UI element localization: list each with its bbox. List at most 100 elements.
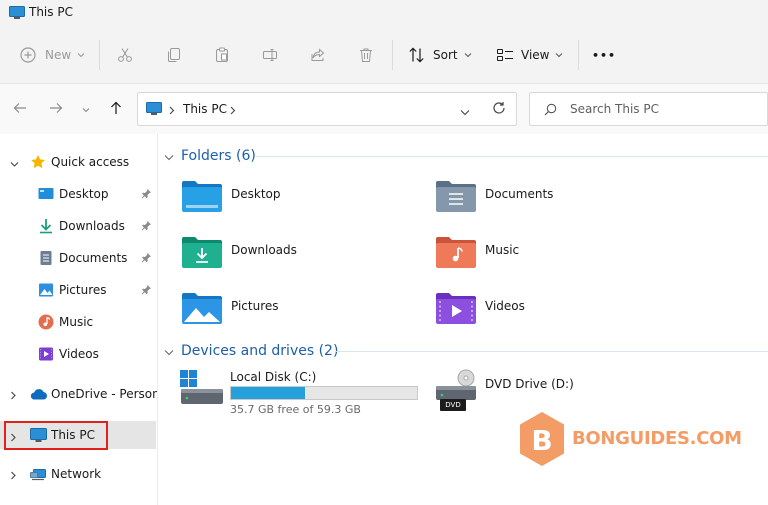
pin-icon	[141, 252, 152, 266]
address-history-chevron-icon[interactable]	[460, 105, 470, 119]
chevron-down-icon	[164, 345, 174, 359]
back-button[interactable]	[10, 99, 30, 119]
folder-name: Music	[485, 243, 520, 257]
chevron-right-icon[interactable]	[10, 469, 17, 483]
search-icon	[544, 103, 557, 119]
pin-icon	[141, 188, 152, 202]
window-title: This PC	[29, 5, 73, 19]
annotation-highlight	[4, 421, 108, 450]
trash-icon	[358, 47, 374, 63]
sort-button[interactable]: Sort	[408, 42, 472, 68]
scissors-icon	[117, 47, 133, 63]
rename-icon	[262, 47, 278, 63]
address-row: This PC Search This PC	[0, 84, 768, 134]
sidebar-item-onedrive[interactable]: OneDrive - Personal	[0, 380, 157, 408]
sidebar-item-music[interactable]: Music	[0, 308, 156, 336]
paste-button[interactable]	[214, 42, 230, 68]
desktop-folder-icon	[181, 179, 223, 216]
sidebar-item-label: Videos	[59, 347, 99, 361]
sidebar-item-label: Music	[59, 315, 94, 329]
arrow-right-icon	[49, 102, 63, 117]
folder-tile-videos[interactable]: Videos	[435, 291, 675, 335]
rename-button[interactable]	[262, 42, 278, 68]
folder-tile-documents[interactable]: Documents	[435, 179, 675, 223]
this-pc-icon	[146, 102, 162, 119]
chevron-down-icon[interactable]	[10, 157, 19, 171]
drive-usage-fill	[231, 387, 305, 399]
downloads-folder-icon	[181, 235, 223, 272]
drive-name: Local Disk (C:)	[230, 370, 317, 384]
chevron-down-icon	[164, 150, 174, 164]
share-icon	[310, 47, 326, 63]
sidebar-item-videos[interactable]: Videos	[0, 340, 156, 368]
sidebar-item-network[interactable]: Network	[0, 460, 156, 488]
chevron-down-icon	[464, 52, 472, 58]
more-options-button[interactable]: •••	[592, 42, 616, 68]
share-button[interactable]	[310, 42, 326, 68]
watermark-logo-letter: B	[531, 424, 552, 457]
windows-drive-icon	[179, 369, 225, 410]
arrow-up-icon	[110, 101, 122, 118]
music-folder-icon	[435, 235, 477, 272]
command-bar: New Sort View •••	[0, 26, 768, 84]
sort-label: Sort	[433, 48, 458, 62]
folder-tile-desktop[interactable]: Desktop	[181, 179, 421, 223]
pin-icon	[141, 284, 152, 298]
folder-tile-downloads[interactable]: Downloads	[181, 235, 421, 279]
new-button[interactable]: New	[20, 42, 85, 68]
drive-tile-local-disk[interactable]: Local Disk (C:) 35.7 GB free of 59.3 GB	[179, 369, 429, 419]
network-icon	[30, 467, 47, 485]
sidebar-item-label: OneDrive - Personal	[51, 387, 157, 401]
copy-button[interactable]	[166, 42, 182, 68]
chevron-down-icon	[555, 52, 563, 58]
address-bar[interactable]: This PC	[137, 92, 517, 126]
folder-name: Downloads	[231, 243, 297, 257]
view-button[interactable]: View	[496, 42, 563, 68]
drives-group-header[interactable]: Devices and drives (2)	[159, 339, 768, 363]
folder-tile-pictures[interactable]: Pictures	[181, 291, 421, 335]
bonguides-logo-icon: B	[516, 410, 568, 471]
folder-tile-music[interactable]: Music	[435, 235, 675, 279]
cut-button[interactable]	[117, 42, 133, 68]
folders-group-header[interactable]: Folders (6)	[159, 144, 768, 168]
sidebar-item-label: Quick access	[51, 155, 130, 169]
view-label: View	[521, 48, 550, 62]
sort-icon	[408, 47, 426, 63]
watermark-text: BONGUIDES.COM	[572, 428, 742, 449]
clipboard-icon	[214, 47, 230, 63]
sidebar-item-label: Downloads	[59, 219, 125, 233]
drive-free-space: 35.7 GB free of 59.3 GB	[230, 403, 361, 416]
video-icon	[38, 346, 54, 365]
breadcrumb-chevron-icon	[169, 104, 175, 118]
folder-name: Desktop	[231, 187, 281, 201]
forward-button[interactable]	[46, 99, 66, 119]
chevron-down-icon	[82, 102, 90, 116]
sidebar-item-quick-access[interactable]: Quick access	[0, 148, 156, 176]
sidebar-item-label: Pictures	[59, 283, 107, 297]
sidebar-item-documents[interactable]: Documents	[0, 244, 156, 272]
sidebar-item-downloads[interactable]: Downloads	[0, 212, 156, 240]
navigation-pane: Quick access Desktop Downloads Documents…	[0, 134, 158, 505]
sidebar-item-pictures[interactable]: Pictures	[0, 276, 156, 304]
refresh-icon[interactable]	[492, 101, 506, 118]
group-header-text: Devices and drives (2)	[181, 343, 339, 359]
search-placeholder: Search This PC	[570, 102, 659, 116]
breadcrumb-this-pc[interactable]: This PC	[183, 102, 227, 116]
videos-folder-icon	[435, 291, 477, 328]
breadcrumb-chevron-icon	[230, 104, 236, 118]
drive-usage-bar	[230, 386, 418, 400]
sidebar-item-desktop[interactable]: Desktop	[0, 180, 156, 208]
recent-locations-button[interactable]	[76, 99, 96, 119]
sidebar-item-label: Desktop	[59, 187, 109, 201]
arrow-left-icon	[13, 102, 27, 117]
plus-icon	[20, 47, 36, 63]
folder-name: Documents	[485, 187, 554, 201]
download-arrow-icon	[38, 218, 54, 237]
folder-name: Pictures	[231, 299, 279, 313]
delete-button[interactable]	[358, 42, 374, 68]
up-button[interactable]	[106, 99, 126, 119]
title-bar: This PC	[0, 0, 768, 26]
new-label: New	[45, 48, 72, 62]
chevron-right-icon[interactable]	[10, 389, 17, 403]
search-input[interactable]: Search This PC	[529, 92, 768, 126]
